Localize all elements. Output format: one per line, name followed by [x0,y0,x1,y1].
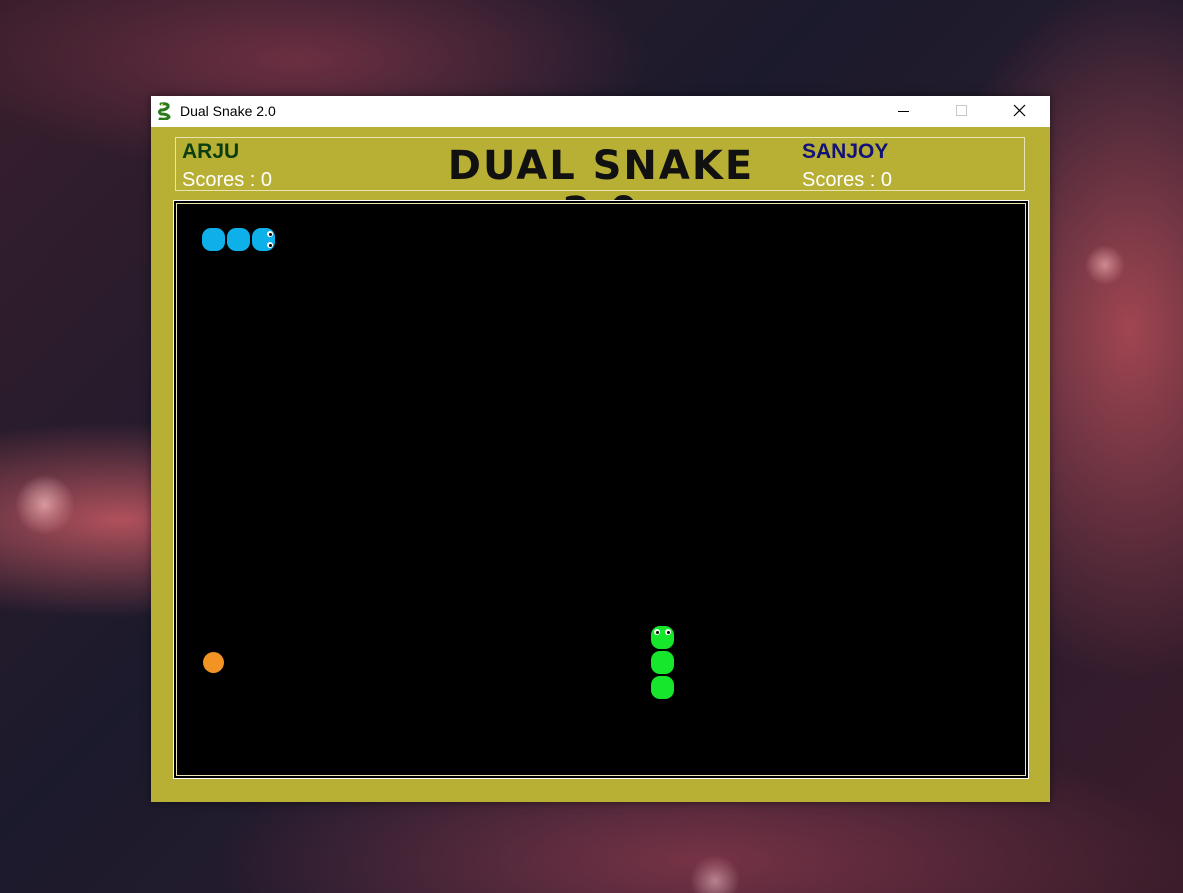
eye-icon [654,629,660,635]
close-button[interactable] [990,96,1048,127]
board-border [176,203,1026,776]
snake-app-icon [158,102,171,120]
eye-icon [267,242,273,248]
player2-name: SANJOY [802,140,889,163]
green-snake-tail [651,676,674,699]
green-snake-head [651,626,674,649]
player1-score: Scores : 0 [182,169,273,191]
blue-snake-body [227,228,250,251]
maximize-icon [956,105,967,116]
player1-name: ARJU [182,140,240,163]
window-title: Dual Snake 2.0 [180,103,276,119]
player2-score: Scores : 0 [802,169,893,191]
score-header: ARJU Scores : 0 DUAL SNAKE 2.0 SANJOY Sc… [175,137,1025,235]
game-window: Dual Snake 2.0 ARJU Scores : 0 DUAL SNAK… [151,96,1050,802]
title-bar[interactable]: Dual Snake 2.0 [151,96,1050,127]
minimize-icon [898,111,909,112]
eye-icon [665,629,671,635]
minimize-button[interactable] [874,96,932,127]
close-icon [1013,104,1026,117]
blue-snake-tail [202,228,225,251]
eye-icon [267,231,273,237]
maximize-button[interactable] [932,96,990,127]
blue-snake-head [252,228,275,251]
green-snake-body [651,651,674,674]
game-board[interactable] [173,200,1029,779]
food-pellet [203,652,224,673]
